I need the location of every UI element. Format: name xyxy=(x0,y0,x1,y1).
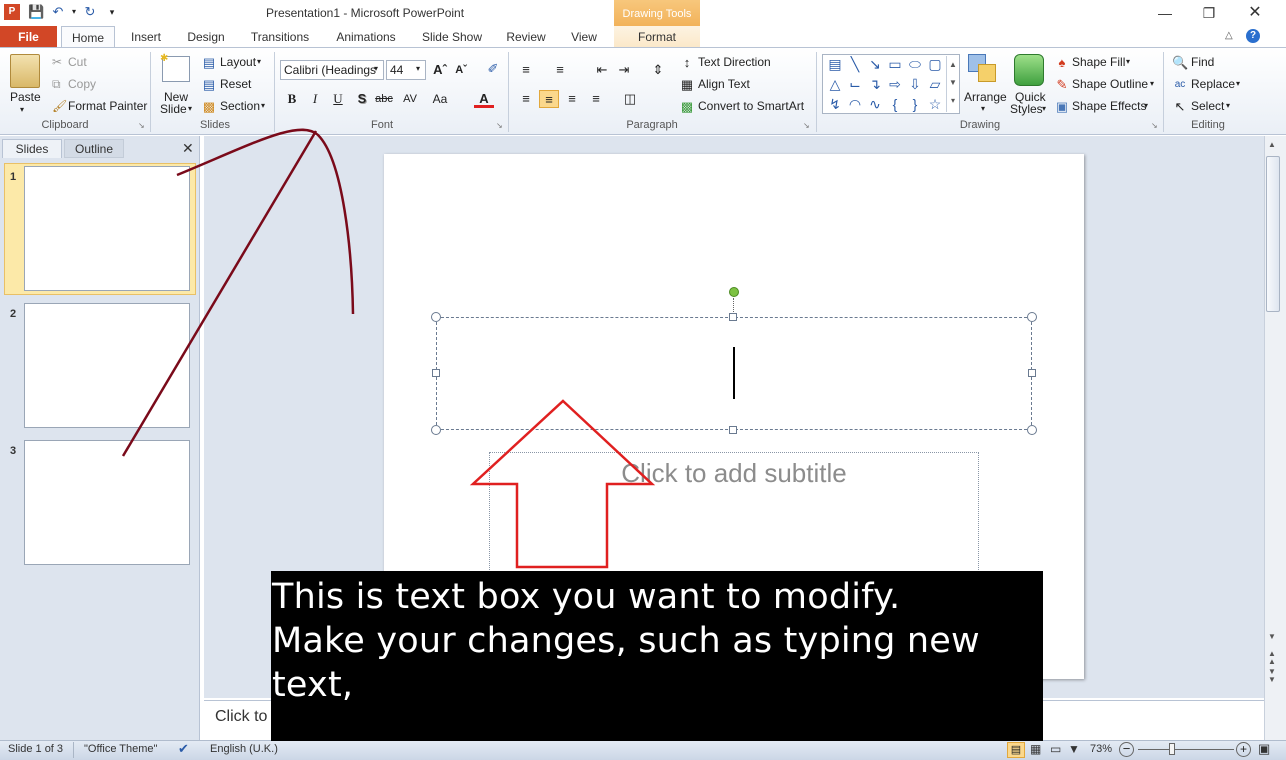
caption-line-3: text, xyxy=(272,665,354,705)
annotation-curve-arc xyxy=(176,128,355,315)
annotation-up-arrow xyxy=(469,399,656,569)
caption-line-2: Make your changes, such as typing new xyxy=(272,621,980,661)
instruction-caption: This is text box you want to modify. Mak… xyxy=(271,571,1043,741)
annotation-curve-line xyxy=(121,130,318,457)
caption-line-1: This is text box you want to modify. xyxy=(272,577,901,617)
